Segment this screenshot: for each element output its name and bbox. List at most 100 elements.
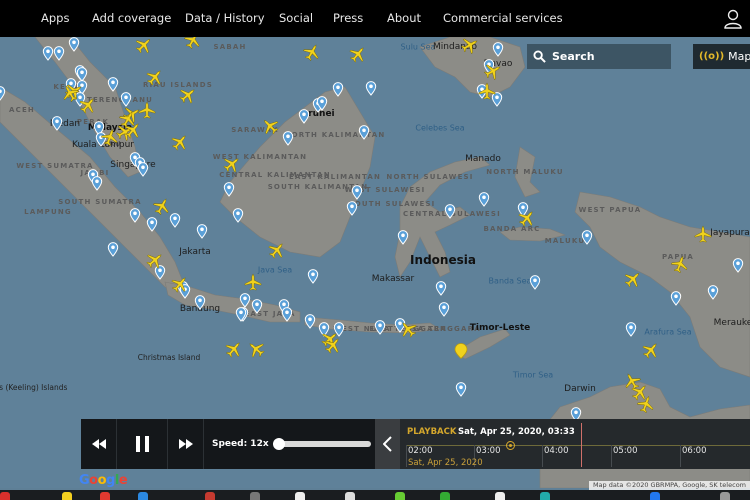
taskbar-app-icon[interactable] xyxy=(205,492,215,500)
aircraft[interactable] xyxy=(135,37,153,54)
airport-marker[interactable] xyxy=(358,125,370,140)
fast-forward-button[interactable] xyxy=(168,419,204,469)
aircraft[interactable] xyxy=(225,340,243,358)
aircraft[interactable] xyxy=(146,68,164,86)
taskbar-app-icon[interactable] xyxy=(540,492,550,500)
aircraft[interactable] xyxy=(518,209,536,227)
aircraft[interactable] xyxy=(624,270,642,288)
airport-marker[interactable] xyxy=(232,208,244,223)
taskbar-app-icon[interactable] xyxy=(250,492,260,500)
airport-marker[interactable] xyxy=(397,230,409,245)
airport-marker[interactable] xyxy=(332,82,344,97)
aircraft[interactable] xyxy=(349,45,367,63)
taskbar-app-icon[interactable] xyxy=(650,492,660,500)
aircraft[interactable] xyxy=(247,340,265,358)
airport-marker[interactable] xyxy=(316,96,328,111)
airport-marker[interactable] xyxy=(146,217,158,232)
airport-marker[interactable] xyxy=(492,42,504,57)
aircraft[interactable] xyxy=(184,37,202,49)
nav-apps[interactable]: Apps xyxy=(41,11,69,25)
taskbar-app-icon[interactable] xyxy=(720,492,730,500)
aircraft[interactable] xyxy=(268,241,286,259)
search-input[interactable]: Search xyxy=(527,44,671,69)
airport-marker[interactable] xyxy=(365,81,377,96)
airport-marker[interactable] xyxy=(707,285,719,300)
airport-marker[interactable] xyxy=(169,213,181,228)
airport-marker[interactable] xyxy=(455,382,467,397)
airport-marker[interactable] xyxy=(223,182,235,197)
airport-marker[interactable] xyxy=(107,242,119,257)
aircraft[interactable] xyxy=(179,86,197,104)
nav-press[interactable]: Press xyxy=(333,11,363,25)
nav-commercial-services[interactable]: Commercial services xyxy=(443,11,563,25)
speed-slider-thumb[interactable] xyxy=(273,438,286,450)
nav-about[interactable]: About xyxy=(387,11,421,25)
aircraft[interactable] xyxy=(478,82,496,100)
pause-button[interactable] xyxy=(117,419,168,469)
aircraft[interactable] xyxy=(244,273,262,291)
aircraft[interactable] xyxy=(124,121,142,139)
aircraft[interactable] xyxy=(79,96,97,114)
taskbar-app-icon[interactable] xyxy=(395,492,405,500)
aircraft[interactable] xyxy=(671,255,689,273)
airport-marker[interactable] xyxy=(239,293,251,308)
airport-marker[interactable] xyxy=(91,176,103,191)
airport-marker[interactable] xyxy=(307,269,319,284)
airport-marker[interactable] xyxy=(298,109,310,124)
aircraft[interactable] xyxy=(642,341,660,359)
user-icon[interactable] xyxy=(724,9,742,29)
aircraft[interactable] xyxy=(61,84,79,102)
airport-marker[interactable] xyxy=(351,185,363,200)
aircraft[interactable] xyxy=(171,275,189,293)
playback-timeline[interactable]: PLAYBACK Sat, Apr 25, 2020, 03:33 02:00 … xyxy=(400,419,750,469)
aircraft[interactable] xyxy=(461,37,479,54)
airport-marker[interactable] xyxy=(304,314,316,329)
taskbar-app-icon[interactable] xyxy=(495,492,505,500)
airport-marker[interactable] xyxy=(251,299,263,314)
rewind-button[interactable] xyxy=(81,419,117,469)
airport-marker[interactable] xyxy=(68,37,80,52)
airport-marker[interactable] xyxy=(478,192,490,207)
aircraft[interactable] xyxy=(637,395,655,413)
aircraft[interactable] xyxy=(324,336,342,354)
aircraft[interactable] xyxy=(101,128,119,146)
nav-data-history[interactable]: Data / History xyxy=(185,11,265,25)
airport-marker[interactable] xyxy=(281,307,293,322)
airport-marker[interactable] xyxy=(438,302,450,317)
aircraft[interactable] xyxy=(484,62,502,80)
airport-marker[interactable] xyxy=(374,320,386,335)
airport-marker[interactable] xyxy=(282,131,294,146)
nav-social[interactable]: Social xyxy=(279,11,313,25)
airport-marker[interactable] xyxy=(581,230,593,245)
aircraft[interactable] xyxy=(399,320,417,338)
airport-marker[interactable] xyxy=(0,86,6,101)
airport-marker[interactable] xyxy=(346,201,358,216)
aircraft[interactable] xyxy=(223,155,241,173)
airport-marker[interactable] xyxy=(625,322,637,337)
airport-marker[interactable] xyxy=(435,281,447,296)
taskbar-app-icon[interactable] xyxy=(138,492,148,500)
airport-marker[interactable] xyxy=(732,258,744,273)
airport-marker[interactable] xyxy=(53,46,65,61)
timeline-cursor[interactable] xyxy=(506,441,515,450)
airport-marker[interactable] xyxy=(235,307,247,322)
airport-marker[interactable] xyxy=(529,275,541,290)
taskbar-app-icon[interactable] xyxy=(345,492,355,500)
airport-marker[interactable] xyxy=(670,291,682,306)
airport-marker[interactable] xyxy=(196,224,208,239)
aircraft[interactable] xyxy=(171,133,189,151)
taskbar-app-icon[interactable] xyxy=(440,492,450,500)
airport-marker[interactable] xyxy=(51,116,63,131)
map-view-button[interactable]: ((o)) Map view xyxy=(693,44,750,69)
aircraft[interactable] xyxy=(303,43,321,61)
airport-marker[interactable] xyxy=(444,204,456,219)
airport-marker[interactable] xyxy=(129,208,141,223)
taskbar-app-icon[interactable] xyxy=(62,492,72,500)
aircraft[interactable] xyxy=(138,101,156,119)
airport-marker[interactable] xyxy=(42,46,54,61)
aircraft[interactable] xyxy=(146,251,164,269)
airport-marker[interactable] xyxy=(137,162,149,177)
aircraft[interactable] xyxy=(261,117,279,135)
aircraft[interactable] xyxy=(153,197,171,215)
nav-add-coverage[interactable]: Add coverage xyxy=(92,11,171,25)
